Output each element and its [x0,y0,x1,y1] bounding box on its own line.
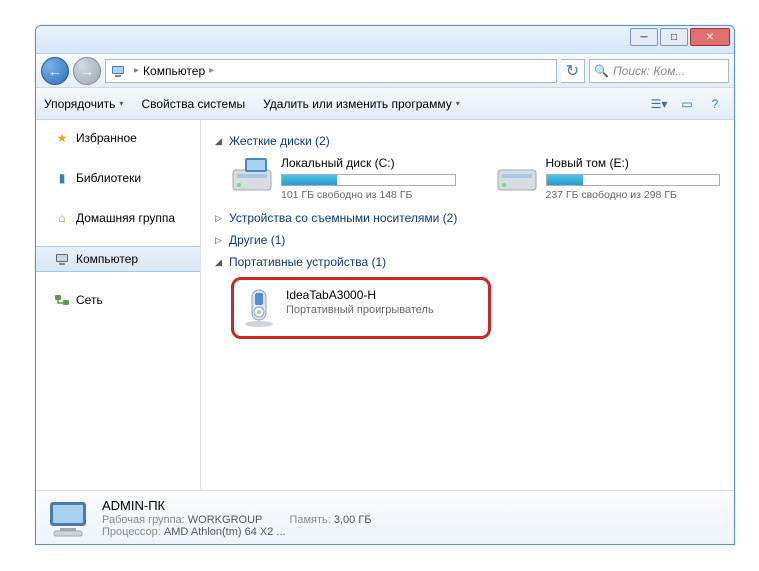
explorer-window: ─ □ ✕ ← → ▸ Компьютер ▸ ↻ 🔍 Поиск: Ком..… [35,25,735,545]
computer-large-icon [46,498,90,538]
system-properties-button[interactable]: Свойства системы [141,97,245,111]
media-player-icon [242,288,276,328]
command-bar: Упорядочить Свойства системы Удалить или… [36,88,734,120]
sidebar-network[interactable]: Сеть [36,288,200,312]
homegroup-icon: ⌂ [54,210,70,226]
processor-value: AMD Athlon(tm) 64 X2 ... [164,526,286,538]
refresh-button[interactable]: ↻ [561,59,585,83]
sidebar-homegroup[interactable]: ⌂ Домашняя группа [36,206,200,230]
sidebar-favorites[interactable]: ★ Избранное [36,126,200,150]
portable-device-item[interactable]: IdeaTabA3000-H Портативный проигрыватель [231,277,491,339]
expand-icon [215,257,225,268]
maximize-button[interactable]: □ [660,28,688,46]
forward-button[interactable]: → [73,57,101,85]
sidebar-computer[interactable]: Компьютер [36,246,200,272]
device-name: IdeaTabA3000-H [286,288,434,302]
network-icon [54,292,70,308]
sidebar-libraries[interactable]: ▮ Библиотеки [36,166,200,190]
computer-icon [110,63,126,79]
organize-menu[interactable]: Упорядочить [44,97,123,111]
memory-value: 3,00 ГБ [334,514,372,526]
content-pane: Жесткие диски (2) Локальный диск (C:) 10… [201,120,734,490]
help-button[interactable]: ? [704,93,726,115]
search-placeholder: Поиск: Ком... [613,64,685,78]
breadcrumb-computer[interactable]: Компьютер [143,64,205,78]
section-portable[interactable]: Портативные устройства (1) [215,255,720,269]
drive-e[interactable]: Новый том (E:) 237 ГБ свободно из 298 ГБ [496,156,721,201]
drive-name: Новый том (E:) [546,156,721,170]
address-box[interactable]: ▸ Компьютер ▸ [105,59,557,83]
section-harddrives[interactable]: Жесткие диски (2) [215,134,720,148]
computer-icon [54,251,70,267]
drive-name: Локальный диск (C:) [281,156,456,170]
navigation-pane: ★ Избранное ▮ Библиотеки ⌂ Домашняя груп… [36,120,201,490]
section-other[interactable]: Другие (1) [215,233,720,247]
expand-icon [215,235,225,246]
drive-usage-bar [546,174,721,186]
titlebar: ─ □ ✕ [36,26,734,54]
search-input[interactable]: 🔍 Поиск: Ком... [589,59,729,83]
expand-icon [215,213,225,224]
minimize-button[interactable]: ─ [630,28,658,46]
view-options-button[interactable]: ☰▾ [648,93,670,115]
close-button[interactable]: ✕ [690,28,730,46]
address-bar: ← → ▸ Компьютер ▸ ↻ 🔍 Поиск: Ком... [36,54,734,88]
search-icon: 🔍 [594,64,609,78]
back-button[interactable]: ← [41,57,69,85]
drive-free-text: 237 ГБ свободно из 298 ГБ [546,189,721,201]
computer-name: ADMIN-ПК [102,498,396,513]
drive-icon [231,156,273,194]
section-removable[interactable]: Устройства со съемными носителями (2) [215,211,720,225]
drive-icon [496,156,538,194]
workgroup-value: WORKGROUP [188,514,263,526]
uninstall-program-button[interactable]: Удалить или изменить программу [263,97,460,111]
drive-free-text: 101 ГБ свободно из 148 ГБ [281,189,456,201]
details-pane: ADMIN-ПК Рабочая группа: WORKGROUP Памят… [36,490,734,544]
libraries-icon: ▮ [54,170,70,186]
expand-icon [215,136,225,147]
star-icon: ★ [54,130,70,146]
drive-usage-bar [281,174,456,186]
device-subtitle: Портативный проигрыватель [286,304,434,316]
preview-pane-button[interactable]: ▭ [676,93,698,115]
drive-c[interactable]: Локальный диск (C:) 101 ГБ свободно из 1… [231,156,456,201]
